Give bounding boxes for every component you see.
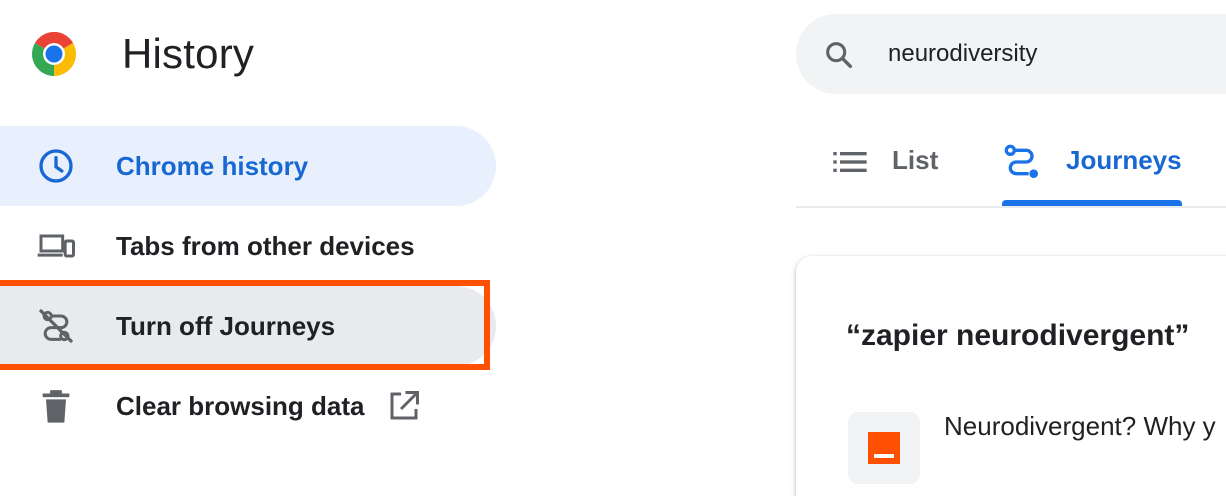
clock-icon xyxy=(39,149,73,183)
page-title: History xyxy=(122,30,255,77)
sidebar-item-label: Chrome history xyxy=(116,151,309,181)
sidebar-item-label: Turn off Journeys xyxy=(116,311,336,341)
tabs-divider xyxy=(796,206,1226,208)
sidebar-item-label: Tabs from other devices xyxy=(116,231,415,261)
tab-label: Journeys xyxy=(1066,145,1182,175)
chrome-logo-icon xyxy=(32,32,76,76)
zapier-favicon-icon xyxy=(868,432,900,464)
search-input[interactable] xyxy=(888,30,1218,78)
sidebar-item-chrome-history[interactable]: Chrome history xyxy=(0,126,496,206)
sidebar-item-tabs-from-other-devices[interactable]: Tabs from other devices xyxy=(0,206,496,286)
journeys-icon xyxy=(1004,144,1038,178)
sidebar-item-clear-browsing-data[interactable]: Clear browsing data xyxy=(0,366,496,446)
sidebar-item-turn-off-journeys[interactable]: Turn off Journeys xyxy=(0,286,496,366)
list-icon xyxy=(833,152,867,172)
cluster-title: “zapier neurodivergent” xyxy=(846,319,1190,352)
trash-icon xyxy=(42,390,70,423)
search-icon[interactable] xyxy=(822,38,856,72)
open-in-new-icon xyxy=(390,391,419,420)
tab-label: List xyxy=(892,145,939,175)
visit-title-link[interactable]: Neurodivergent? Why y xyxy=(944,408,1216,444)
devices-icon xyxy=(37,234,76,258)
sidebar-item-label: Clear browsing data xyxy=(116,391,365,421)
journeys-off-icon xyxy=(39,309,73,343)
tab-journeys[interactable]: Journeys xyxy=(1000,126,1200,206)
tab-list[interactable]: List xyxy=(820,126,960,206)
